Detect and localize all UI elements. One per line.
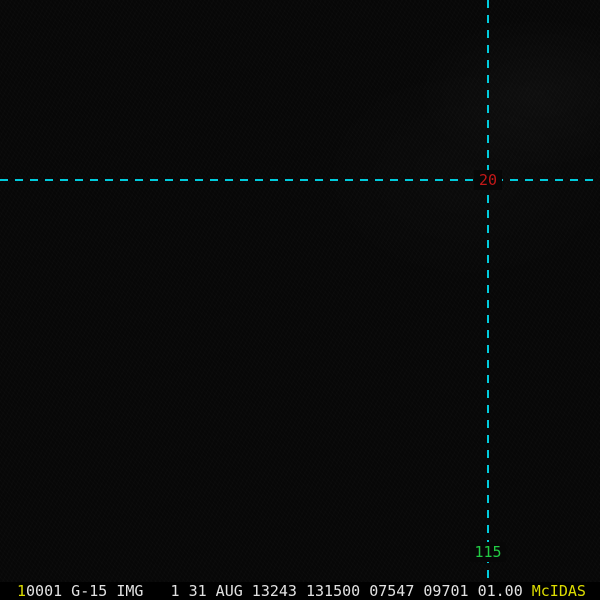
- frame-number: 1: [17, 582, 27, 600]
- cursor-crosshair-vertical-line: [487, 0, 489, 582]
- satellite-image-canvas[interactable]: 20 115: [0, 0, 600, 582]
- cursor-crosshair-horizontal-line: [0, 179, 600, 181]
- mcidas-image-window: 20 115 10001 G-15 IMG 1 31 AUG 13243 131…: [0, 0, 600, 600]
- status-bar: 10001 G-15 IMG 1 31 AUG 13243 131500 075…: [0, 582, 600, 600]
- mcidas-brand-label: McIDAS: [531, 582, 586, 600]
- cursor-value-label: 20: [473, 170, 503, 190]
- coordinate-label: 115: [470, 542, 506, 562]
- image-info-text: 0001 G-15 IMG 1 31 AUG 13243 131500 0754…: [26, 582, 523, 600]
